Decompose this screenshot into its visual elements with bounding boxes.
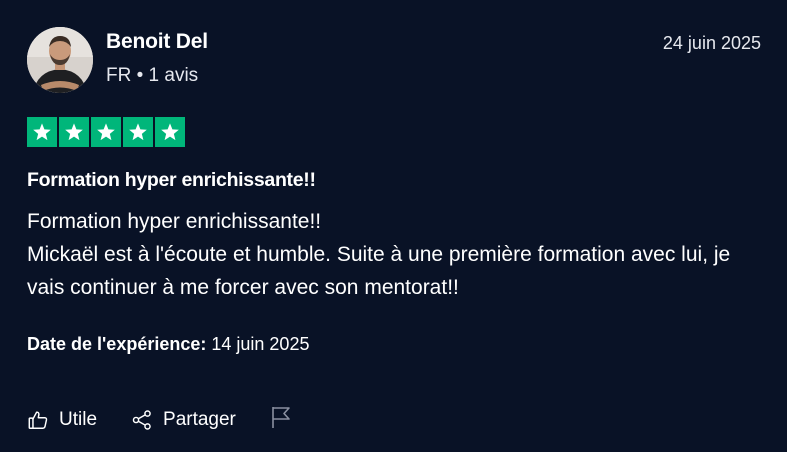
- experience-date: Date de l'expérience: 14 juin 2025: [27, 334, 309, 355]
- review-date: 24 juin 2025: [662, 33, 761, 53]
- thumbs-up-icon: [27, 409, 49, 431]
- experience-date-value: 14 juin 2025: [211, 334, 310, 354]
- reviewer-review-count: 1 avis: [148, 65, 199, 86]
- avatar[interactable]: [27, 27, 93, 93]
- star-rating: [27, 117, 185, 147]
- star-icon: [59, 117, 89, 147]
- review-body-line: Mickaël est à l'écoute et humble. Suite …: [27, 243, 731, 299]
- star-icon: [27, 117, 57, 147]
- report-button[interactable]: [270, 405, 292, 435]
- experience-date-label: Date de l'expérience:: [27, 334, 207, 354]
- review-body-line: Formation hyper enrichissante!!: [27, 210, 322, 233]
- flag-icon: [270, 405, 292, 435]
- review-body: Formation hyper enrichissante!! Mickaël …: [27, 205, 767, 304]
- share-button[interactable]: Partager: [131, 409, 236, 431]
- reviewer-name[interactable]: Benoit Del: [106, 30, 208, 54]
- share-icon: [131, 409, 153, 431]
- useful-button[interactable]: Utile: [27, 409, 97, 431]
- useful-label: Utile: [59, 409, 98, 430]
- reviewer-country: FR: [106, 65, 132, 86]
- reviewer-meta: FR • 1 avis: [106, 65, 198, 87]
- review-actions: Utile Partager: [27, 405, 292, 435]
- share-label: Partager: [163, 409, 236, 430]
- meta-separator: •: [136, 65, 144, 86]
- review-card: Benoit Del FR • 1 avis 24 juin 2025 Form…: [0, 0, 787, 452]
- star-icon: [123, 117, 153, 147]
- star-icon: [155, 117, 185, 147]
- star-icon: [91, 117, 121, 147]
- review-title: Formation hyper enrichissante!!: [27, 169, 316, 191]
